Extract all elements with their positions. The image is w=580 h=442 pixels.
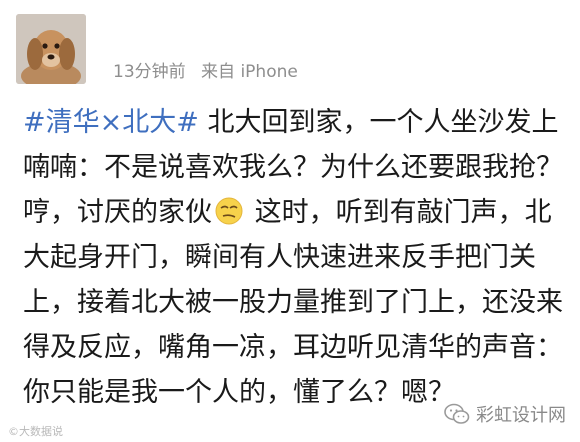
source-prefix: 来自 (201, 62, 236, 82)
wechat-logo-icon (444, 403, 470, 424)
weibo-post-card: 13分钟前 来自 iPhone #清华×北大# 北大回到家，一个人坐沙发上喃喃：… (0, 0, 580, 442)
post-time: 13分钟前 (113, 62, 186, 82)
sneer-emoji-icon (215, 197, 243, 225)
topic-hashtag-link[interactable]: #清华×北大# (23, 107, 199, 138)
watermark-right: 彩虹设计网 (444, 401, 566, 427)
user-avatar[interactable] (16, 14, 86, 84)
post-text-part2: 这时，听到有敲门声，北大起身开门，瞬间有人快速进来反手把门关上，接着北大被一股力… (23, 197, 563, 408)
post-content: #清华×北大# 北大回到家，一个人坐沙发上喃喃：不是说喜欢我么？为什么还要跟我抢… (23, 100, 568, 415)
dog-avatar-icon (16, 14, 86, 84)
post-source-link[interactable]: iPhone (240, 62, 297, 82)
post-meta: 13分钟前 来自 iPhone (113, 57, 298, 82)
watermark-left: ©大数据说 (8, 425, 63, 438)
watermark-right-text: 彩虹设计网 (476, 405, 566, 426)
